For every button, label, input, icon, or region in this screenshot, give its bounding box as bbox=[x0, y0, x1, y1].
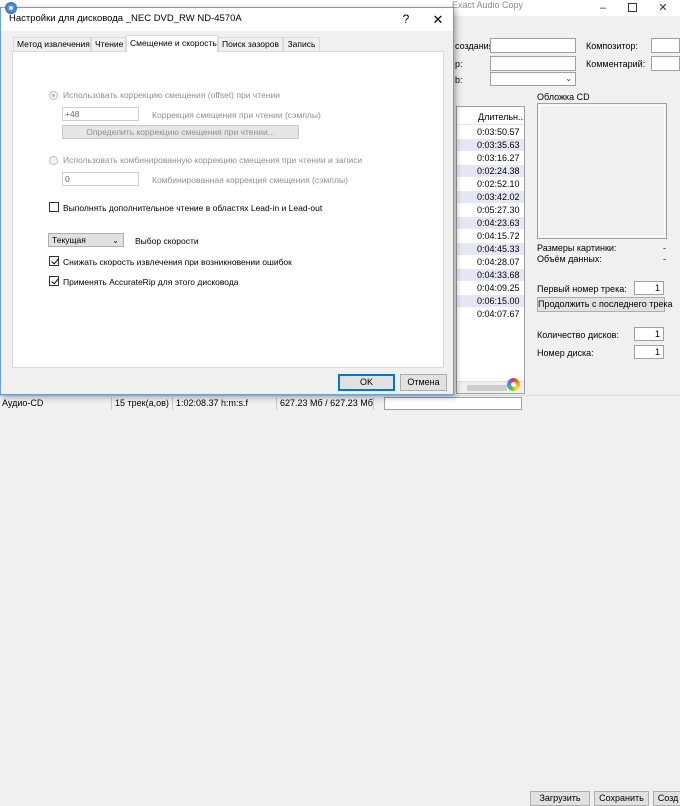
status-track-count: 15 трек(а,ов) bbox=[113, 397, 173, 410]
status-duration: 1:02:08.37 h:m:s.f bbox=[174, 397, 277, 410]
speed-select[interactable]: Текущая ⌄ bbox=[48, 233, 124, 247]
track-row[interactable]: 0:04:28.07 bbox=[457, 256, 524, 268]
maximize-button[interactable] bbox=[617, 0, 647, 16]
chevron-down-icon: ⌄ bbox=[112, 236, 119, 245]
read-offset-input[interactable]: +48 bbox=[62, 107, 139, 121]
data-size-label: Объём данных: bbox=[537, 254, 602, 264]
disc-count-input[interactable]: 1 bbox=[634, 327, 664, 341]
continue-last-track-button[interactable]: Продолжить с последнего трека bbox=[537, 297, 672, 312]
track-row[interactable]: 0:04:15.72 bbox=[457, 230, 524, 242]
first-track-label: Первый номер трека: bbox=[537, 284, 627, 294]
composer-input[interactable] bbox=[651, 38, 680, 53]
combined-offset-radio[interactable] bbox=[49, 156, 58, 165]
cancel-button[interactable]: Отмена bbox=[400, 374, 447, 391]
status-size: 627.23 Мб / 627.23 Мб bbox=[280, 397, 374, 410]
row2-label: р: bbox=[455, 59, 463, 69]
reduce-speed-label: Снижать скорость извлечения при возникно… bbox=[63, 257, 292, 267]
track-row[interactable]: 0:04:45.33 bbox=[457, 243, 524, 255]
status-field[interactable] bbox=[384, 397, 522, 410]
row3-select[interactable]: ⌄ bbox=[490, 72, 576, 86]
combined-offset-value-label: Комбинированная коррекция смещения (сэмп… bbox=[152, 175, 348, 185]
track-row[interactable]: 0:03:16.27 bbox=[457, 152, 524, 164]
creation-input[interactable] bbox=[490, 38, 576, 53]
speed-select-value: Текущая bbox=[52, 235, 86, 245]
track-row[interactable]: 0:02:24.38 bbox=[457, 165, 524, 177]
tab-extraction-method[interactable]: Метод извлечения bbox=[13, 37, 91, 51]
track-row[interactable]: 0:04:09.25 bbox=[457, 282, 524, 294]
accuraterip-checkbox[interactable] bbox=[49, 276, 59, 286]
tab-offset-speed[interactable]: Смещение и скорость bbox=[126, 35, 218, 52]
dialog-close-button[interactable]: ✕ bbox=[426, 10, 450, 29]
duration-column-header[interactable]: Длительн... bbox=[457, 109, 524, 125]
lead-in-checkbox[interactable] bbox=[49, 202, 59, 212]
dialog-titlebar: Настройки для дисковода _NEC DVD_RW ND-4… bbox=[1, 2, 453, 31]
combined-offset-input[interactable]: 0 bbox=[62, 172, 139, 186]
track-list[interactable]: Длительн... 0:03:50.57 0:03:35.63 0:03:1… bbox=[456, 106, 525, 394]
create-button[interactable]: Созд bbox=[653, 791, 680, 806]
ok-button[interactable]: OK bbox=[338, 374, 395, 391]
load-button[interactable]: Загрузить bbox=[530, 791, 590, 806]
disc-number-label: Номер диска: bbox=[537, 348, 594, 358]
data-size-value: - bbox=[663, 254, 666, 264]
track-row[interactable]: 0:02:52.10 bbox=[457, 178, 524, 190]
detect-offset-button[interactable]: Определить коррекцию смещения при чтении… bbox=[62, 125, 299, 139]
comment-label: Комментарий: bbox=[586, 59, 646, 69]
row3-label: b: bbox=[455, 75, 463, 85]
track-row[interactable]: 0:05:27.30 bbox=[457, 204, 524, 216]
help-button[interactable]: ? bbox=[394, 10, 418, 29]
speed-label: Выбор скорости bbox=[135, 236, 199, 246]
offset-speed-panel: Использовать коррекцию смещения (offset)… bbox=[12, 51, 444, 368]
composer-label: Композитор: bbox=[586, 41, 638, 51]
track-row[interactable]: 0:06:15.00 bbox=[457, 295, 524, 307]
tab-reading[interactable]: Чтение bbox=[91, 37, 126, 51]
track-row[interactable]: 0:04:33.68 bbox=[457, 269, 524, 281]
disc-count-label: Количество дисков: bbox=[537, 330, 619, 340]
tab-writing[interactable]: Запись bbox=[283, 37, 320, 51]
image-sizes-value: - bbox=[663, 243, 666, 253]
status-format: Аудио-CD bbox=[0, 397, 112, 410]
accuraterip-label: Применять AccurateRip для этого дисковод… bbox=[63, 277, 239, 287]
minimize-button[interactable]: – bbox=[588, 0, 618, 16]
read-offset-label: Коррекция смещения при чтении (сэмплы) bbox=[152, 110, 321, 120]
tab-gap-detection[interactable]: Поиск зазоров bbox=[218, 37, 283, 51]
chevron-down-icon: ⌄ bbox=[565, 74, 572, 83]
use-offset-label: Использовать коррекцию смещения (offset)… bbox=[63, 90, 280, 100]
track-row[interactable]: 0:04:23.63 bbox=[457, 217, 524, 229]
main-close-button[interactable]: ✕ bbox=[648, 0, 678, 16]
save-button[interactable]: Сохранить bbox=[594, 791, 649, 806]
track-row[interactable]: 0:04:07.67 bbox=[457, 308, 524, 320]
track-row[interactable]: 0:03:50.57 bbox=[457, 126, 524, 138]
track-row[interactable]: 0:03:35.63 bbox=[457, 139, 524, 151]
status-bar: Аудио-CD 15 трек(а,ов) 1:02:08.37 h:m:s.… bbox=[0, 395, 680, 806]
use-offset-radio[interactable] bbox=[49, 91, 58, 100]
cover-image-area[interactable] bbox=[537, 103, 667, 239]
maximize-icon bbox=[627, 3, 637, 12]
lead-in-label: Выполнять дополнительное чтение в област… bbox=[63, 203, 323, 213]
disc-number-input[interactable]: 1 bbox=[634, 345, 664, 359]
cd-disc-icon bbox=[507, 378, 520, 391]
image-sizes-label: Размеры картинки: bbox=[537, 243, 617, 253]
comment-input[interactable] bbox=[651, 56, 680, 71]
cover-title: Обложка CD bbox=[537, 92, 590, 102]
scrollbar-thumb[interactable] bbox=[467, 385, 507, 391]
first-track-input[interactable]: 1 bbox=[634, 281, 664, 295]
dialog-title: Настройки для дисковода _NEC DVD_RW ND-4… bbox=[9, 13, 242, 24]
reduce-speed-checkbox[interactable] bbox=[49, 256, 59, 266]
combined-offset-label: Использовать комбинированную коррекцию с… bbox=[63, 155, 363, 165]
main-window-title: Exact Audio Copy bbox=[452, 0, 524, 10]
drive-settings-dialog: Настройки для дисковода _NEC DVD_RW ND-4… bbox=[0, 2, 454, 395]
row2-input[interactable] bbox=[490, 56, 576, 71]
track-row[interactable]: 0:03:42.02 bbox=[457, 191, 524, 203]
